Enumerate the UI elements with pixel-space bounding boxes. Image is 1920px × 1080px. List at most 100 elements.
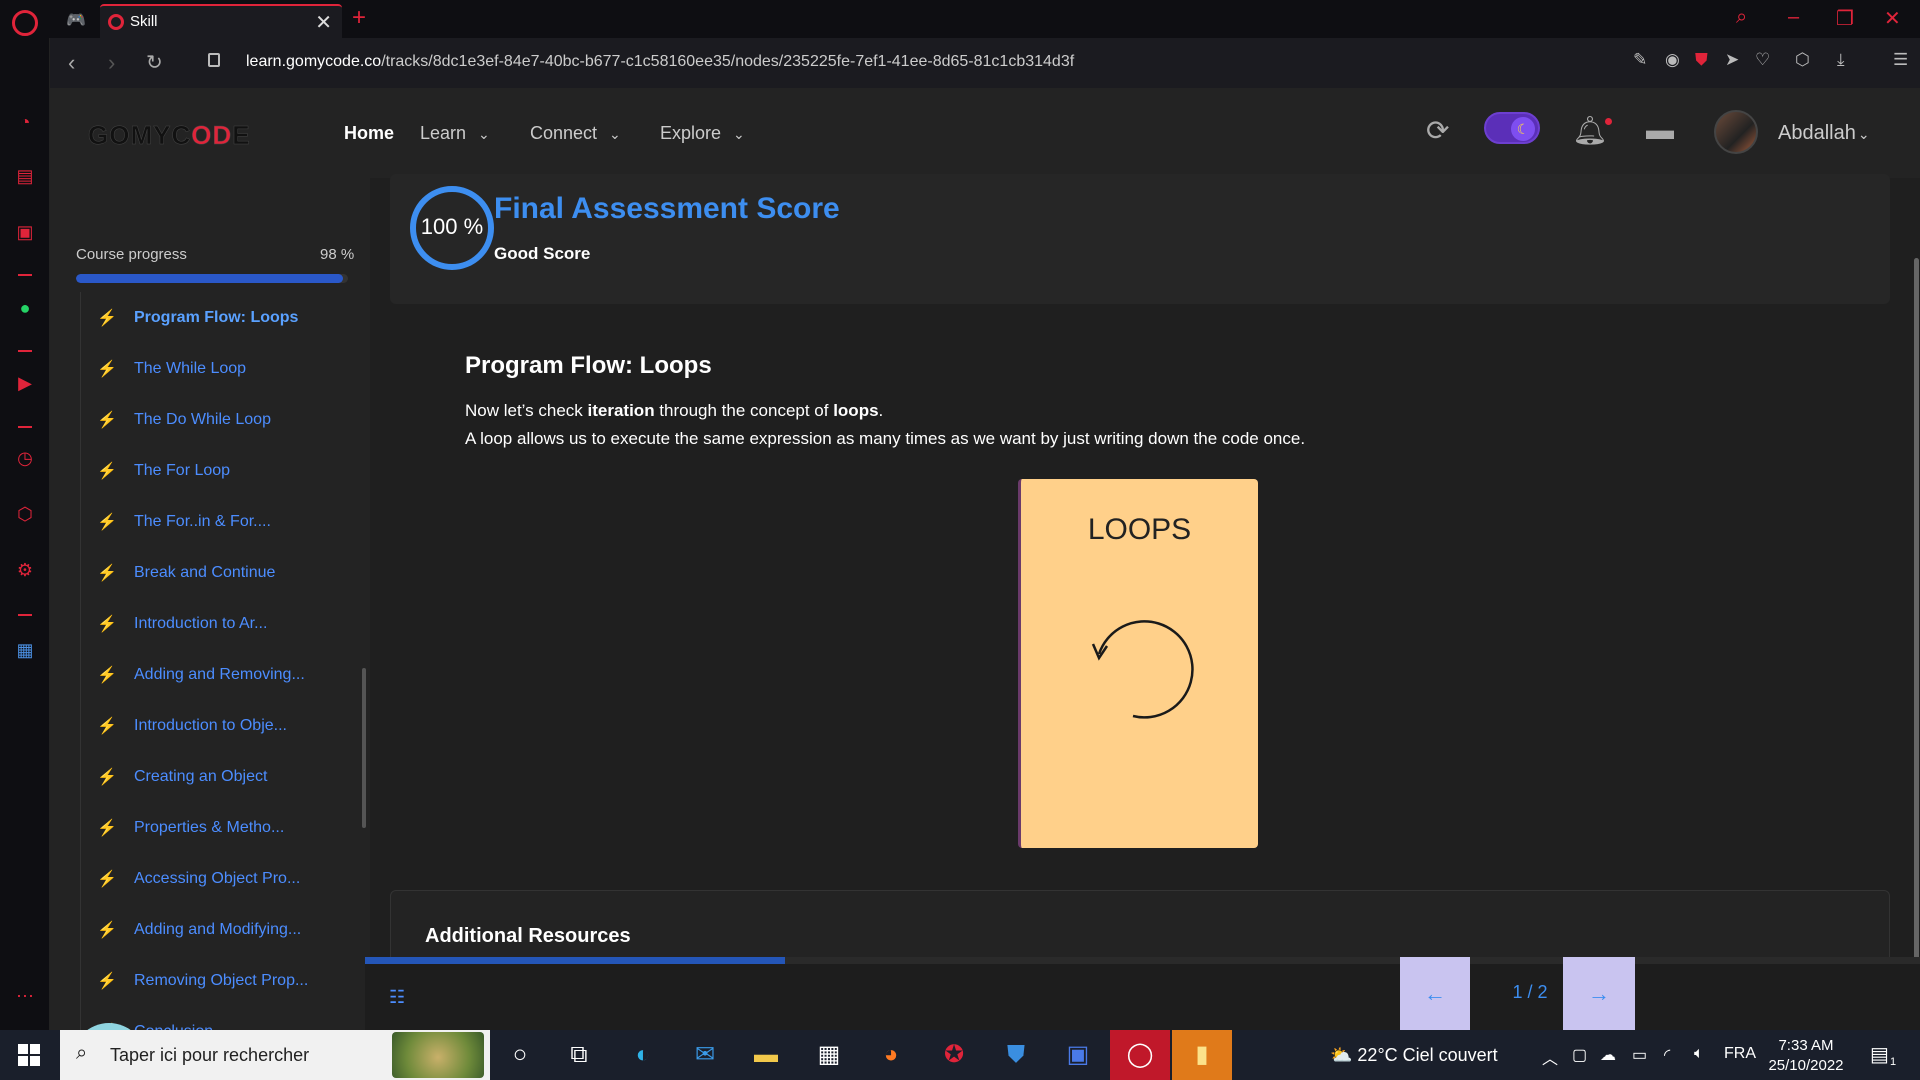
user-menu[interactable]: Abdallah ⌄ (1778, 122, 1870, 145)
tray-chevron-icon[interactable]: ︿ (1542, 1045, 1558, 1069)
lesson-item[interactable]: ⚡ Adding and Modifying... (81, 914, 335, 948)
mail-icon[interactable]: ✉ (690, 1040, 720, 1070)
lesson-item[interactable]: ⚡ Accessing Object Pro... (81, 863, 335, 897)
heart-icon[interactable]: ♡ (1755, 50, 1770, 70)
sidebar-separator (18, 350, 32, 352)
main-scrollbar[interactable] (1914, 258, 1919, 978)
store-icon[interactable]: ▦ (814, 1040, 844, 1070)
nav-learn[interactable]: Learn ⌄ (420, 123, 490, 144)
notification-dot (1605, 118, 1612, 125)
content-progress-fill (365, 957, 785, 964)
list-toggle-icon[interactable]: ☷ (389, 987, 405, 1008)
lesson-item[interactable]: ⚡ Program Flow: Loops (81, 302, 335, 336)
nav-explore[interactable]: Explore ⌄ (660, 123, 745, 144)
weather-widget[interactable]: ⛅ 22°C Ciel couvert (1330, 1045, 1498, 1066)
forward-button[interactable]: › (108, 50, 115, 76)
sidebar-scrollbar[interactable] (362, 668, 366, 828)
refresh-icon[interactable]: ⟳ (1426, 114, 1449, 147)
lesson-item[interactable]: ⚡ Introduction to Obje... (81, 710, 335, 744)
bolt-icon: ⚡ (97, 361, 117, 378)
lesson-item[interactable]: ⚡ The Do While Loop (81, 404, 335, 438)
lesson-item[interactable]: ⚡ Removing Object Prop... (81, 965, 335, 999)
course-progress-bar (76, 274, 348, 283)
wifi-icon[interactable]: ◜ (1664, 1045, 1670, 1065)
restore-button[interactable]: ❐ (1836, 6, 1854, 31)
browser-tab[interactable]: Skill ✕ (100, 4, 342, 38)
shield-icon[interactable]: ⛊ (1695, 50, 1708, 70)
app-red-icon[interactable]: ✪ (939, 1040, 969, 1070)
resources-title: Additional Resources (425, 925, 631, 947)
windows-start-icon[interactable] (18, 1044, 40, 1066)
cloud-sun-icon: ⛅ (1330, 1045, 1358, 1065)
opera-menu-icon[interactable] (12, 10, 38, 36)
lesson-label: Break and Continue (134, 564, 276, 581)
battery-icon[interactable]: ▭ (1632, 1045, 1647, 1065)
cortana-icon[interactable]: ○ (505, 1040, 535, 1070)
explorer-taskbar-button[interactable]: ▮ (1172, 1030, 1232, 1080)
defender-icon[interactable]: ⛊ (1001, 1040, 1031, 1070)
taskbar-search[interactable]: ⌕ Taper ici pour rechercher (60, 1030, 490, 1080)
edge-icon[interactable]: ◐ (628, 1040, 658, 1070)
meet-icon[interactable]: ▢ (1572, 1045, 1587, 1065)
app-blue-icon[interactable]: ▣ (1063, 1040, 1093, 1070)
camera-icon[interactable]: ◉ (1665, 50, 1680, 70)
nav-connect[interactable]: Connect ⌄ (530, 123, 621, 144)
lesson-item[interactable]: ⚡ Creating an Object (81, 761, 335, 795)
send-icon[interactable]: ➤ (1725, 50, 1739, 70)
reload-button[interactable]: ↻ (146, 50, 163, 75)
box-icon[interactable]: ⬡ (1795, 50, 1810, 70)
next-page-button[interactable]: → (1563, 957, 1635, 1030)
score-value: 100 % (420, 214, 484, 239)
onedrive-icon[interactable]: ☁ (1600, 1045, 1616, 1065)
extensions-icon[interactable]: ⬡ (13, 504, 37, 528)
player-icon[interactable]: ▶ (13, 373, 37, 397)
translate-icon[interactable]: ▦ (13, 640, 37, 664)
close-window-button[interactable]: ✕ (1884, 6, 1901, 31)
speed-dial-icon[interactable]: ◔ (13, 112, 37, 136)
lesson-label: Accessing Object Pro... (134, 870, 301, 887)
lesson-item[interactable]: ⚡ Introduction to Ar... (81, 608, 335, 642)
minimize-button[interactable]: – (1788, 6, 1799, 29)
gaming-icon[interactable]: 🎮 (66, 10, 86, 30)
lesson-item[interactable]: ⚡ The For Loop (81, 455, 335, 489)
language-indicator[interactable]: FRA (1724, 1045, 1756, 1063)
new-tab-button[interactable]: + (352, 4, 366, 32)
prev-page-button[interactable]: ← (1400, 957, 1470, 1030)
twitch-icon[interactable]: ▣ (13, 222, 37, 246)
lesson-list: ⚡ Program Flow: Loops ⚡ The While Loop ⚡ The … (80, 292, 335, 1030)
share-icon[interactable]: ✎ (1633, 50, 1647, 70)
bell-icon[interactable]: 🔔︎ (1572, 114, 1608, 147)
shop-icon[interactable]: ▤ (13, 166, 37, 190)
chat-icon[interactable]: ▬ (1646, 114, 1674, 146)
lesson-item[interactable]: ⚡ The While Loop (81, 353, 335, 387)
taskbar-clock[interactable]: 7:33 AM 25/10/2022 (1766, 1036, 1846, 1076)
chevron-down-icon: ⌄ (1857, 126, 1870, 142)
search-placeholder: Taper ici pour rechercher (110, 1045, 310, 1065)
lesson-item[interactable]: ⚡ The For..in & For.... (81, 506, 335, 540)
lesson-item[interactable]: ⚡ Properties & Metho... (81, 812, 335, 846)
history-icon[interactable]: ◷ (13, 448, 37, 472)
whatsapp-icon[interactable]: ● (13, 298, 37, 322)
lesson-label: Introduction to Ar... (134, 615, 268, 632)
dark-mode-toggle[interactable]: ☾ (1484, 112, 1540, 144)
back-button[interactable]: ‹ (68, 50, 75, 76)
volume-icon[interactable]: 🔈︎ (1694, 1045, 1704, 1063)
file-explorer-icon[interactable]: ▬ (751, 1040, 781, 1070)
settings-sliders-icon[interactable]: ☰ (1893, 50, 1908, 70)
search-tabs-icon[interactable]: ⌕ (1736, 6, 1747, 29)
firefox-icon[interactable]: ◕ (876, 1040, 906, 1070)
lesson-item[interactable]: ⚡ Break and Continue (81, 557, 335, 591)
task-view-icon[interactable]: ⧉ (564, 1040, 594, 1070)
opera-taskbar-button[interactable]: ◯ (1110, 1030, 1170, 1080)
lesson-item[interactable]: ⚡ Adding and Removing... (81, 659, 335, 693)
url-field[interactable]: learn.gomycode.co/tracks/8dc1e3ef-84e7-4… (246, 53, 1074, 71)
opera-sidebar: ◔ ▤ ▣ ● ▶ ◷ ⬡ ⚙ ▦ ⋯ (0, 38, 50, 1030)
more-icon[interactable]: ⋯ (13, 986, 37, 1010)
notification-center-icon[interactable]: ▤ (1870, 1042, 1889, 1067)
avatar[interactable] (1714, 110, 1758, 154)
settings-icon[interactable]: ⚙ (13, 560, 37, 584)
gomycode-logo[interactable]: GOMYCODE (88, 120, 251, 151)
tab-close-icon[interactable]: ✕ (315, 10, 332, 35)
nav-home[interactable]: Home (344, 123, 394, 144)
download-icon[interactable]: ⤓ (1837, 50, 1845, 70)
